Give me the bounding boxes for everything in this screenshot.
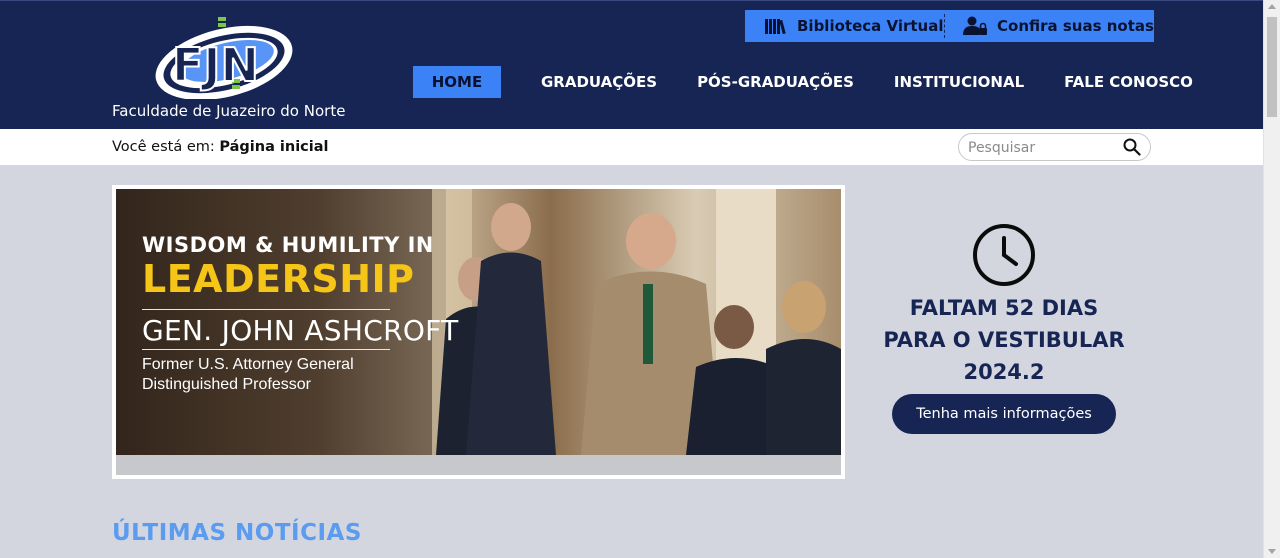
vestibular-countdown: FALTAM 52 DIAS PARA O VESTIBULAR 2024.2 …	[862, 220, 1146, 434]
banner-line-1: WISDOM & HUMILITY IN	[142, 233, 434, 257]
search-box	[958, 133, 1151, 161]
banner-rule-2	[142, 349, 390, 350]
books-icon	[765, 18, 789, 34]
user-lock-icon	[963, 16, 989, 36]
page-scrollbar[interactable]	[1263, 0, 1280, 558]
confira-suas-notas-label: Confira suas notas	[997, 17, 1154, 35]
nav-home[interactable]: HOME	[413, 66, 501, 98]
biblioteca-virtual-label: Biblioteca Virtual	[797, 17, 944, 35]
more-info-button[interactable]: Tenha mais informações	[892, 394, 1116, 434]
nav-graduacoes[interactable]: GRADUAÇÕES	[541, 66, 657, 98]
banner-line-5: Distinguished Professor	[142, 376, 311, 393]
scroll-thumb[interactable]	[1267, 17, 1277, 117]
scroll-down-arrow-icon[interactable]	[1268, 549, 1276, 554]
clock-icon	[973, 224, 1035, 286]
banner-text: WISDOM & HUMILITY IN LEADERSHIP GEN. JOH…	[142, 233, 458, 394]
main-nav: HOME GRADUAÇÕES PÓS-GRADUAÇÕES INSTITUCI…	[413, 66, 1193, 98]
banner-line-3: GEN. JOHN ASHCROFT	[142, 314, 459, 347]
scroll-up-arrow-icon[interactable]	[1268, 4, 1276, 9]
banner-line-4: Former U.S. Attorney General	[142, 356, 354, 373]
logo-caption: Faculdade de Juazeiro do Norte	[112, 102, 346, 120]
search-icon[interactable]	[1123, 138, 1141, 160]
news-section-title: ÚLTIMAS NOTÍCIAS	[112, 520, 362, 546]
breadcrumb: Você está em: Página inicial	[112, 139, 329, 155]
breadcrumb-prefix: Você está em:	[112, 139, 215, 155]
confira-suas-notas-link[interactable]: Confira suas notas	[945, 10, 1154, 42]
site-header: FJN Faculdade de Juazeiro do Norte Bibli…	[0, 0, 1263, 129]
nav-pos-graduacoes[interactable]: PÓS-GRADUAÇÕES	[697, 66, 854, 98]
countdown-line-1: FALTAM 52 DIAS	[909, 296, 1099, 320]
countdown-line-2: PARA O VESTIBULAR	[883, 328, 1125, 352]
breadcrumb-current[interactable]: Página inicial	[219, 139, 328, 155]
nav-institucional[interactable]: INSTITUCIONAL	[894, 66, 1024, 98]
fjn-logo[interactable]: FJN	[150, 15, 298, 99]
banner-carousel[interactable]: WISDOM & HUMILITY IN LEADERSHIP GEN. JOH…	[112, 185, 845, 479]
banner-slide: WISDOM & HUMILITY IN LEADERSHIP GEN. JOH…	[116, 189, 841, 475]
biblioteca-virtual-link[interactable]: Biblioteca Virtual	[745, 10, 944, 42]
logo-text: FJN	[172, 38, 259, 92]
countdown-line-3: 2024.2	[963, 360, 1045, 384]
top-links-bar: Biblioteca Virtual Confira suas notas	[745, 10, 1154, 42]
breadcrumb-bar: Você está em: Página inicial	[0, 129, 1263, 165]
nav-fale-conosco[interactable]: FALE CONOSCO	[1064, 66, 1193, 98]
banner-line-2: LEADERSHIP	[142, 257, 415, 301]
search-input[interactable]	[968, 138, 1118, 158]
banner-rule	[142, 309, 390, 310]
banner-image[interactable]: WISDOM & HUMILITY IN LEADERSHIP GEN. JOH…	[116, 189, 841, 455]
